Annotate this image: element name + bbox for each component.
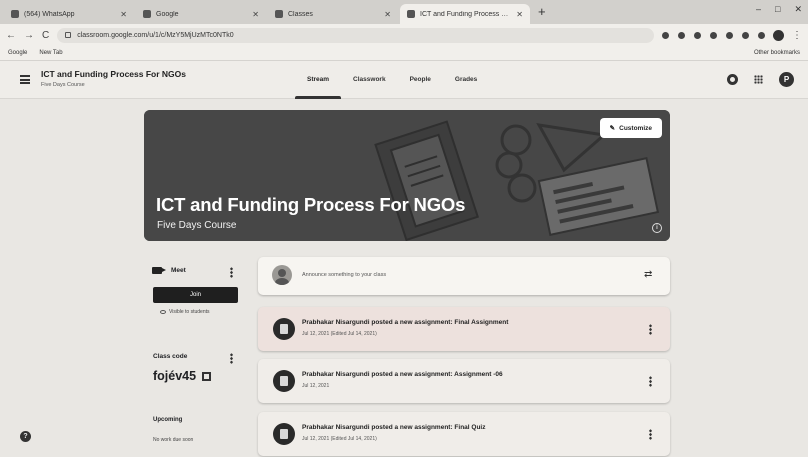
bookmark-google[interactable]: Google (8, 50, 27, 56)
tab-stream[interactable]: Stream (295, 61, 342, 99)
post-title: Prabhakar Nisargundi posted a new assign… (302, 319, 509, 326)
header-icons: P (727, 72, 794, 87)
classroom-icon (407, 10, 415, 18)
join-button[interactable]: Join (153, 287, 238, 303)
repost-icon[interactable]: ⇄ (644, 270, 654, 280)
browser-tab[interactable]: (564) WhatsApp ✕ (4, 4, 134, 24)
upcoming-text: No work due soon (153, 437, 194, 443)
stream-post[interactable]: Prabhakar Nisargundi posted a new assign… (258, 412, 670, 456)
class-code-card: Class code fojév45 (144, 344, 248, 394)
address-bar-row: ← → C classroom.google.com/u/1/c/MzY5MjU… (0, 24, 808, 46)
other-bookmarks[interactable]: Other bookmarks (754, 50, 800, 56)
window-controls: – □ ✕ (756, 4, 802, 15)
share-icon[interactable] (662, 31, 669, 39)
tab-people[interactable]: People (398, 61, 443, 99)
close-icon[interactable]: ✕ (120, 10, 127, 19)
extension-icon[interactable] (694, 31, 701, 39)
visibility-note: Visible to students (160, 309, 210, 315)
meet-card: Meet Join Visible to students (144, 258, 248, 322)
post-title: Prabhakar Nisargundi posted a new assign… (302, 371, 503, 378)
browser-tab[interactable]: Google ✕ (136, 4, 266, 24)
eye-icon (160, 310, 166, 314)
upcoming-card: Upcoming No work due soon (144, 408, 248, 457)
stream-post[interactable]: Prabhakar Nisargundi posted a new assign… (258, 359, 670, 403)
google-icon (143, 10, 151, 18)
reload-icon[interactable]: C (42, 30, 49, 41)
upcoming-label: Upcoming (153, 417, 183, 423)
assignment-icon (273, 370, 295, 392)
post-more-icon[interactable] (649, 429, 652, 440)
meet-label: Meet (171, 267, 186, 274)
user-avatar (272, 265, 292, 285)
browser-tab-active[interactable]: ICT and Funding Process For NGOs✕ (400, 4, 530, 24)
assignment-icon (273, 423, 295, 445)
browser-tab-strip: (564) WhatsApp ✕ Google ✕ Classes ✕ ICT and… (0, 0, 808, 24)
post-date: Jul 12, 2021 (Edited Jul 14, 2021) (302, 436, 377, 442)
customize-button[interactable]: ✎ Customize (599, 118, 662, 138)
close-icon[interactable]: ✕ (252, 10, 259, 19)
class-code-label: Class code (153, 353, 188, 360)
extension-icon[interactable] (710, 31, 717, 39)
post-more-icon[interactable] (649, 324, 652, 335)
banner-subtitle: Five Days Course (157, 220, 237, 231)
post-more-icon[interactable] (649, 376, 652, 387)
classroom-icon (275, 10, 283, 18)
puzzle-icon[interactable] (758, 31, 765, 39)
back-icon[interactable]: ← (6, 30, 16, 41)
avatar[interactable]: P (779, 72, 794, 87)
post-date: Jul 12, 2021 (302, 383, 330, 389)
pencil-icon: ✎ (609, 125, 616, 132)
announce-box[interactable]: Announce something to your class ⇄ (258, 257, 670, 295)
meet-more-icon[interactable] (230, 267, 233, 278)
minimize-icon[interactable]: – (756, 4, 761, 15)
post-date: Jul 12, 2021 (Edited Jul 14, 2021) (302, 331, 377, 337)
url-text: classroom.google.com/u/1/c/MzY5MjUzMTc0N… (77, 31, 234, 39)
star-icon[interactable] (678, 31, 685, 39)
tab-grades[interactable]: Grades (443, 61, 489, 99)
banner-title: ICT and Funding Process For NGOs (156, 194, 466, 215)
gear-icon[interactable] (727, 74, 738, 85)
close-window-icon[interactable]: ✕ (794, 4, 802, 15)
course-title[interactable]: ICT and Funding Process For NGOs (41, 69, 186, 79)
class-code-more-icon[interactable] (230, 353, 233, 364)
video-camera-icon (152, 267, 166, 274)
course-banner: ICT and Funding Process For NGOs Five Da… (144, 110, 670, 241)
customize-label: Customize (619, 124, 652, 132)
new-tab-button[interactable]: + (532, 4, 552, 21)
url-field[interactable]: classroom.google.com/u/1/c/MzY5MjUzMTc0N… (57, 27, 654, 43)
extension-icons (662, 31, 765, 39)
apps-grid-icon[interactable] (754, 75, 763, 84)
fullscreen-icon[interactable] (202, 372, 211, 381)
bookmarks-bar: Google New Tab Other bookmarks (0, 46, 808, 61)
visible-label: Visible to students (169, 309, 210, 315)
stream-post[interactable]: Prabhakar Nisargundi posted a new assign… (258, 307, 670, 351)
whatsapp-icon (11, 10, 19, 18)
extension-icon[interactable] (726, 31, 733, 39)
info-icon[interactable]: i (652, 223, 662, 233)
help-icon[interactable]: ? (20, 431, 31, 442)
tab-classwork[interactable]: Classwork (341, 61, 398, 99)
close-icon[interactable]: ✕ (384, 10, 391, 19)
lock-icon (65, 32, 72, 38)
browser-menu-icon[interactable]: ⋮ (792, 30, 802, 41)
menu-icon[interactable] (20, 75, 30, 84)
course-nav-tabs: Stream Classwork People Grades (295, 61, 489, 99)
browser-profile-avatar[interactable] (773, 29, 784, 41)
bookmark-new-tab[interactable]: New Tab (39, 50, 62, 56)
close-icon[interactable]: ✕ (516, 10, 523, 19)
classroom-header: ICT and Funding Process For NGOs Five Da… (0, 61, 808, 99)
maximize-icon[interactable]: □ (775, 4, 780, 15)
assignment-icon (273, 318, 295, 340)
post-title: Prabhakar Nisargundi posted a new assign… (302, 424, 486, 431)
browser-tab[interactable]: Classes ✕ (268, 4, 398, 24)
class-code-value: fojév45 (153, 369, 197, 383)
forward-icon[interactable]: → (24, 30, 34, 41)
extension-icon[interactable] (742, 31, 749, 39)
announce-placeholder: Announce something to your class (302, 272, 387, 278)
course-subtitle: Five Days Course (41, 82, 85, 88)
